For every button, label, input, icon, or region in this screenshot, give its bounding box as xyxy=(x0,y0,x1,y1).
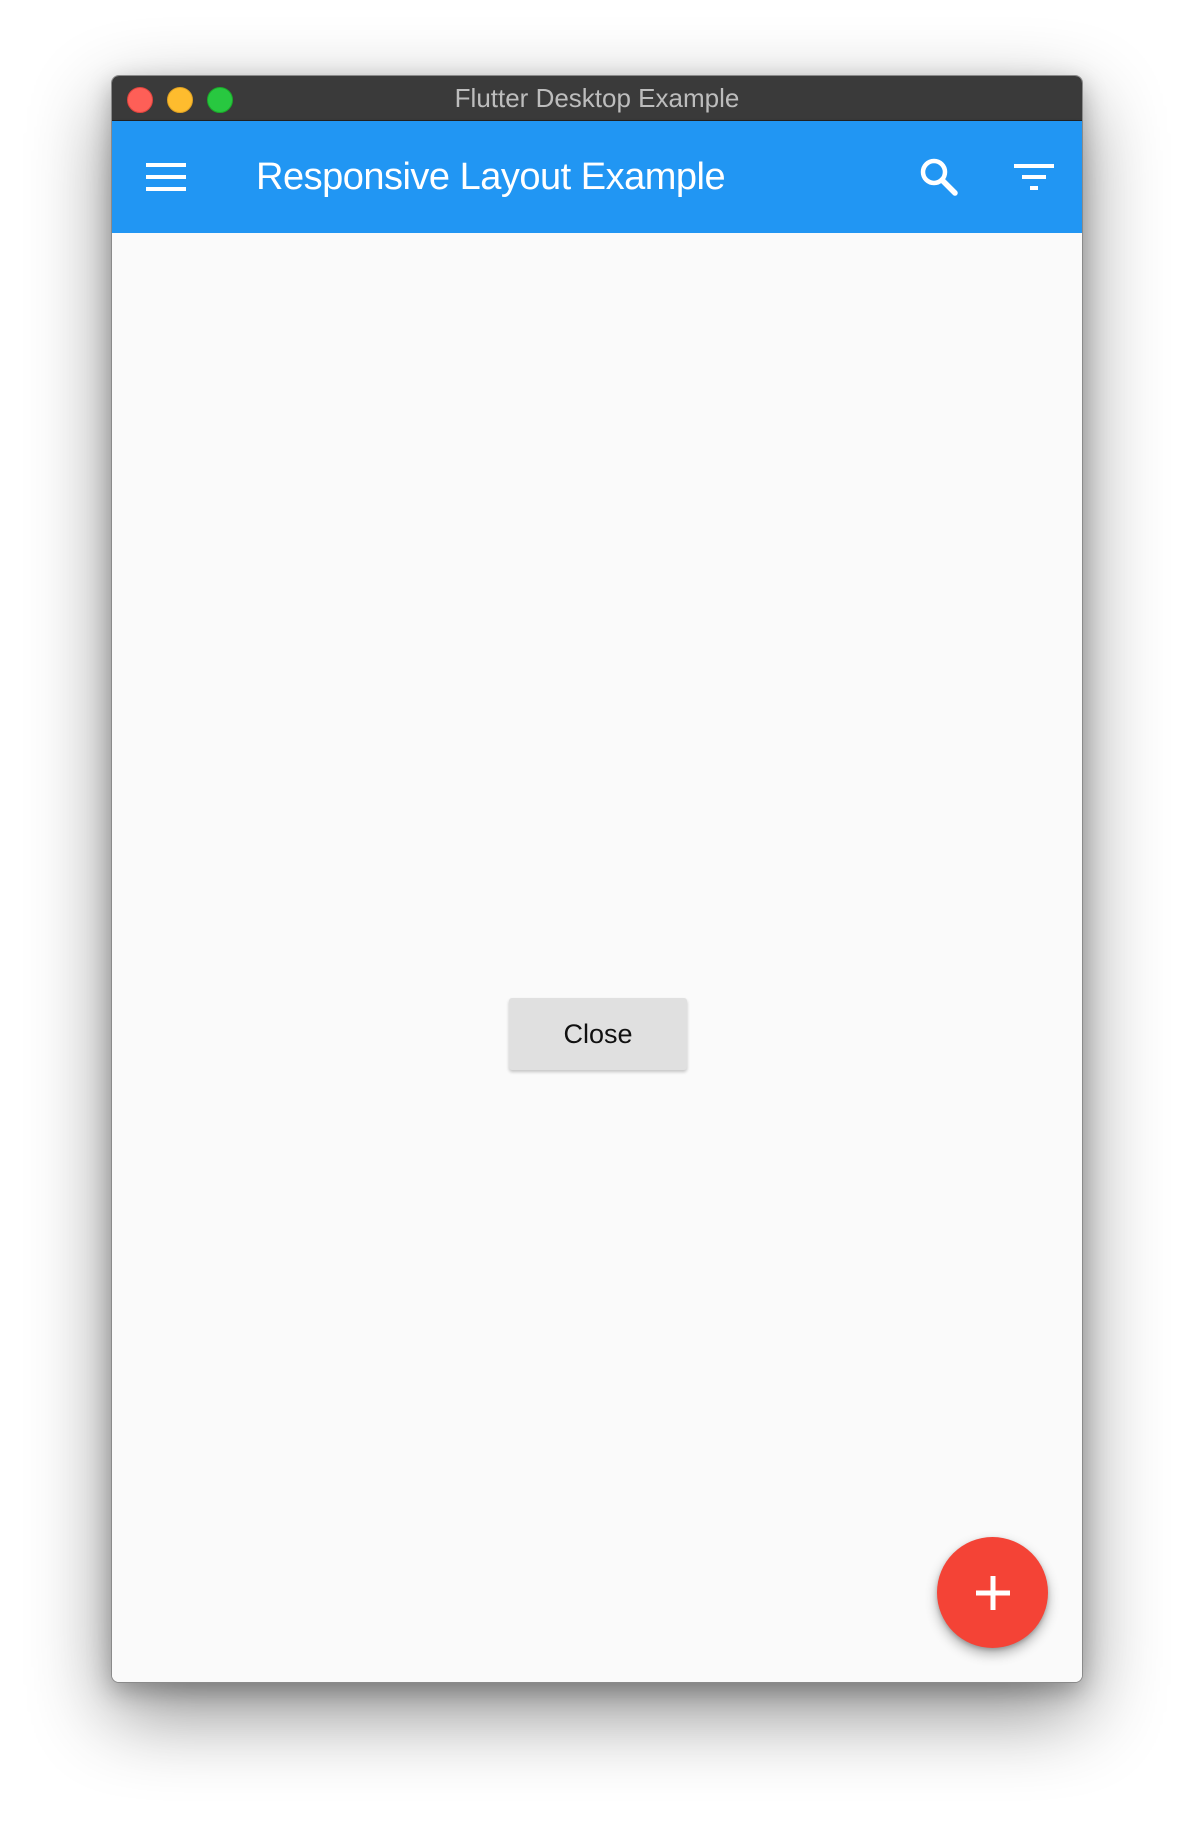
search-button[interactable] xyxy=(907,145,971,209)
page-title: Responsive Layout Example xyxy=(256,156,726,198)
title-bar: Flutter Desktop Example xyxy=(112,76,1082,121)
app-bar: Responsive Layout Example xyxy=(112,121,1082,233)
filter-button[interactable] xyxy=(1002,145,1066,209)
app-window: Flutter Desktop Example Responsive Layou… xyxy=(111,75,1083,1683)
window-title: Flutter Desktop Example xyxy=(454,83,740,113)
menu-button[interactable] xyxy=(134,145,198,209)
close-button[interactable]: Close xyxy=(509,998,687,1070)
search-icon xyxy=(920,158,958,196)
hamburger-menu-icon xyxy=(146,163,186,191)
content-area: Close xyxy=(112,233,1082,1682)
filter-icon xyxy=(1014,164,1054,190)
add-fab-button[interactable] xyxy=(937,1537,1048,1648)
plus-icon xyxy=(975,1575,1010,1610)
